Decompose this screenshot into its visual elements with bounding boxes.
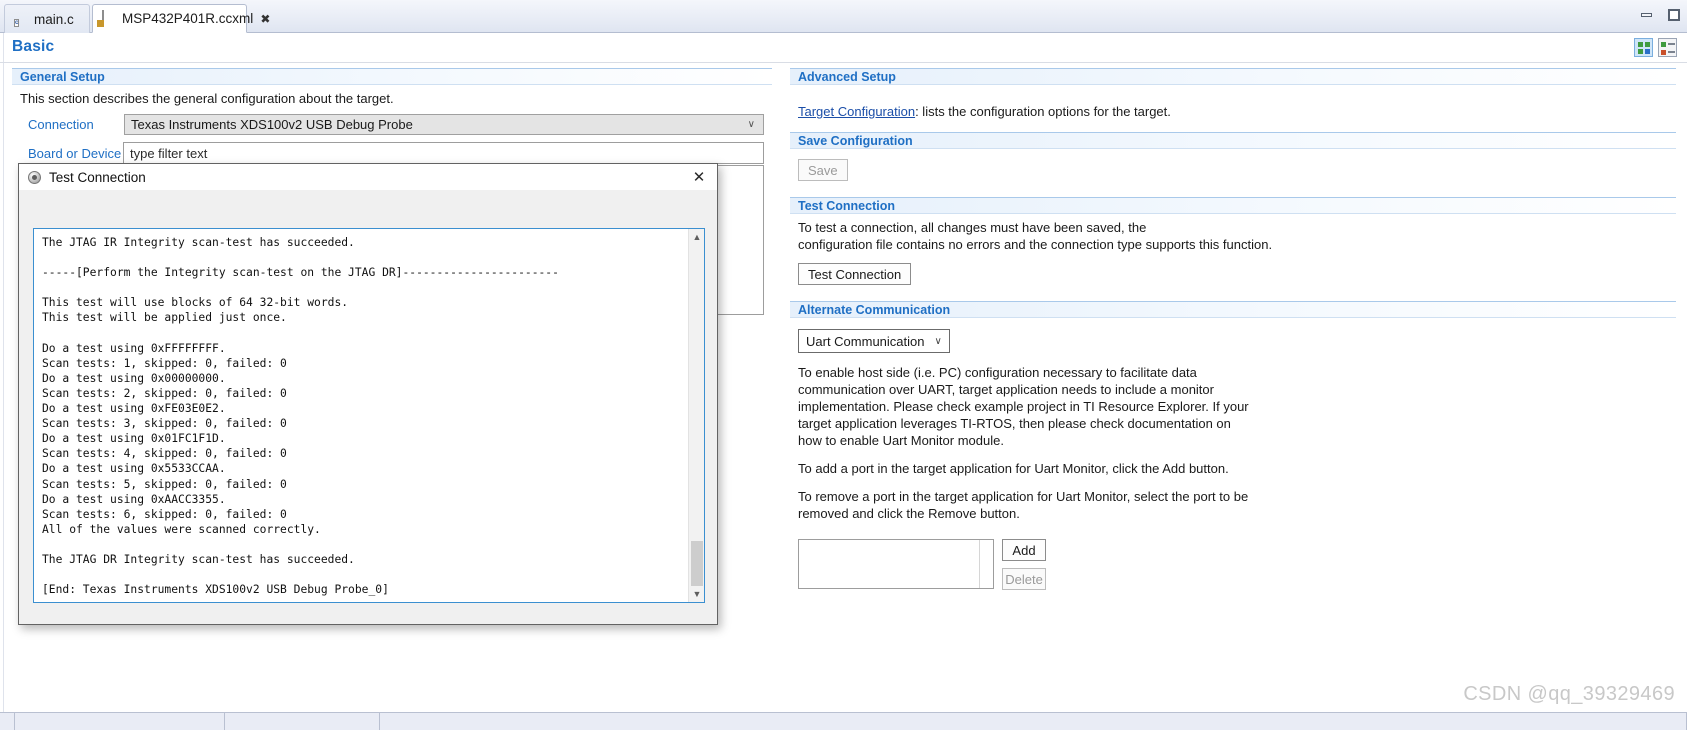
alternate-communication-paragraph-3: To remove a port in the target applicati… bbox=[798, 489, 1249, 521]
target-configuration-suffix: : lists the configuration options for th… bbox=[915, 104, 1171, 119]
save-button[interactable]: Save bbox=[798, 159, 848, 181]
dialog-title: Test Connection bbox=[49, 169, 146, 185]
board-or-device-filter-input[interactable]: type filter text bbox=[123, 142, 764, 164]
test-connection-button[interactable]: Test Connection bbox=[798, 263, 912, 285]
delete-port-button[interactable]: Delete bbox=[1002, 568, 1046, 590]
ccxml-file-icon bbox=[102, 10, 117, 27]
alternate-communication-title: Alternate Communication bbox=[798, 302, 951, 317]
tab-close-icon[interactable]: ✖ bbox=[260, 13, 270, 25]
board-or-device-filter-value: type filter text bbox=[130, 145, 208, 161]
chevron-down-icon: ∨ bbox=[747, 119, 755, 130]
dialog-app-icon bbox=[27, 170, 42, 185]
chevron-down-icon: ∨ bbox=[934, 335, 942, 347]
tab-main-c[interactable]: c main.c bbox=[4, 4, 90, 33]
grid-view-icon[interactable] bbox=[1634, 38, 1653, 57]
advanced-setup-header: Advanced Setup bbox=[790, 68, 1676, 85]
advanced-setup-description: Target Configuration: lists the configur… bbox=[798, 103, 1668, 120]
test-connection-header: Test Connection bbox=[790, 197, 1676, 214]
watermark: CSDN @qq_39329469 bbox=[1463, 683, 1675, 705]
dialog-body: The JTAG IR Integrity scan-test has succ… bbox=[19, 190, 717, 624]
general-setup-description: This section describes the general confi… bbox=[20, 91, 394, 106]
dialog-console-text: The JTAG IR Integrity scan-test has succ… bbox=[42, 236, 559, 597]
add-port-button[interactable]: Add bbox=[1002, 539, 1046, 561]
connection-combobox-value: Texas Instruments XDS100v2 USB Debug Pro… bbox=[131, 117, 413, 132]
minimize-icon[interactable] bbox=[1640, 8, 1654, 22]
board-or-device-label: Board or Device bbox=[28, 145, 122, 161]
test-connection-description-line2: configuration file contains no errors an… bbox=[798, 237, 1273, 252]
dialog-console[interactable]: The JTAG IR Integrity scan-test has succ… bbox=[33, 228, 705, 603]
dialog-console-scrollbar[interactable]: ▲ ▼ bbox=[688, 229, 704, 602]
maximize-icon[interactable] bbox=[1667, 8, 1681, 22]
scroll-down-icon[interactable]: ▼ bbox=[689, 586, 704, 602]
tab-main-c-label: main.c bbox=[34, 11, 74, 27]
alternate-communication-select[interactable]: Uart Communication ∨ bbox=[798, 329, 950, 353]
connection-row: Connection Texas Instruments XDS100v2 US… bbox=[20, 114, 764, 135]
alternate-communication-header: Alternate Communication bbox=[790, 301, 1676, 318]
general-setup-header: General Setup bbox=[12, 68, 772, 85]
test-connection-dialog: Test Connection ✕ The JTAG IR Integrity … bbox=[18, 163, 718, 625]
status-bar bbox=[0, 712, 1687, 730]
editor-tab-bar: c main.c MSP432P401R.ccxml ✖ bbox=[0, 0, 1687, 33]
page-title: Basic bbox=[12, 38, 55, 55]
tab-msp432p401r-ccxml[interactable]: MSP432P401R.ccxml ✖ bbox=[92, 4, 270, 33]
board-or-device-row: Board or Device type filter text bbox=[20, 142, 764, 164]
port-list-row: Add Delete bbox=[798, 539, 1668, 590]
right-column: Advanced Setup Target Configuration: lis… bbox=[790, 68, 1676, 590]
view-toggle-group bbox=[1634, 38, 1677, 57]
save-configuration-title: Save Configuration bbox=[798, 133, 913, 148]
save-configuration-header: Save Configuration bbox=[790, 132, 1676, 149]
dialog-title-bar: Test Connection ✕ bbox=[19, 164, 717, 190]
port-list-buttons: Add Delete bbox=[1002, 539, 1046, 590]
close-icon[interactable]: ✕ bbox=[690, 168, 708, 186]
c-file-icon: c bbox=[14, 18, 20, 27]
alternate-communication-select-value: Uart Communication bbox=[806, 333, 925, 349]
left-gutter bbox=[0, 33, 4, 712]
connection-label: Connection bbox=[28, 117, 94, 132]
alternate-communication-paragraph-1: To enable host side (i.e. PC) configurat… bbox=[798, 365, 1249, 448]
title-divider bbox=[0, 62, 1687, 63]
test-connection-title: Test Connection bbox=[798, 198, 895, 213]
general-setup-title: General Setup bbox=[20, 69, 105, 84]
window-controls bbox=[1640, 8, 1681, 22]
advanced-setup-title: Advanced Setup bbox=[798, 69, 896, 84]
port-list[interactable] bbox=[798, 539, 994, 589]
tab-msp432p401r-ccxml-label: MSP432P401R.ccxml bbox=[122, 11, 254, 26]
connection-combobox[interactable]: Texas Instruments XDS100v2 USB Debug Pro… bbox=[124, 114, 764, 135]
alternate-communication-paragraph-2: To add a port in the target application … bbox=[798, 461, 1229, 476]
scroll-up-icon[interactable]: ▲ bbox=[689, 229, 704, 245]
test-connection-description-line1: To test a connection, all changes must h… bbox=[798, 220, 1147, 235]
list-view-icon[interactable] bbox=[1658, 38, 1677, 57]
target-configuration-link[interactable]: Target Configuration bbox=[798, 104, 915, 119]
